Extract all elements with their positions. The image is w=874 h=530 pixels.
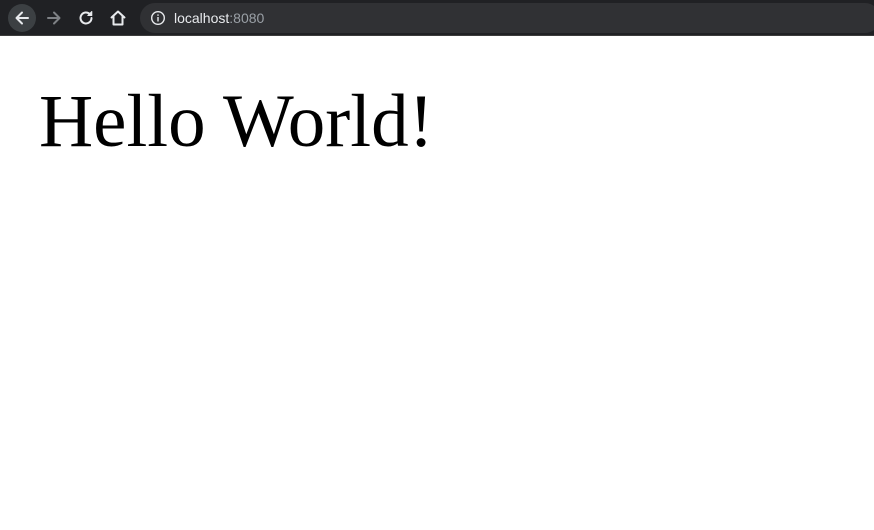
url-host: localhost (174, 10, 230, 26)
address-bar[interactable]: localhost:8080 (140, 3, 874, 33)
reload-icon (79, 11, 93, 25)
address-text[interactable]: localhost:8080 (174, 10, 264, 26)
arrow-right-icon (47, 11, 61, 25)
home-button[interactable] (104, 4, 132, 32)
browser-toolbar: localhost:8080 (0, 0, 874, 36)
back-button[interactable] (8, 4, 36, 32)
arrow-left-icon (15, 11, 29, 25)
info-icon[interactable] (150, 10, 166, 26)
home-icon (110, 10, 126, 26)
page-heading: Hello World! (39, 80, 434, 163)
url-port: :8080 (229, 10, 265, 26)
reload-button[interactable] (72, 4, 100, 32)
forward-button[interactable] (40, 4, 68, 32)
